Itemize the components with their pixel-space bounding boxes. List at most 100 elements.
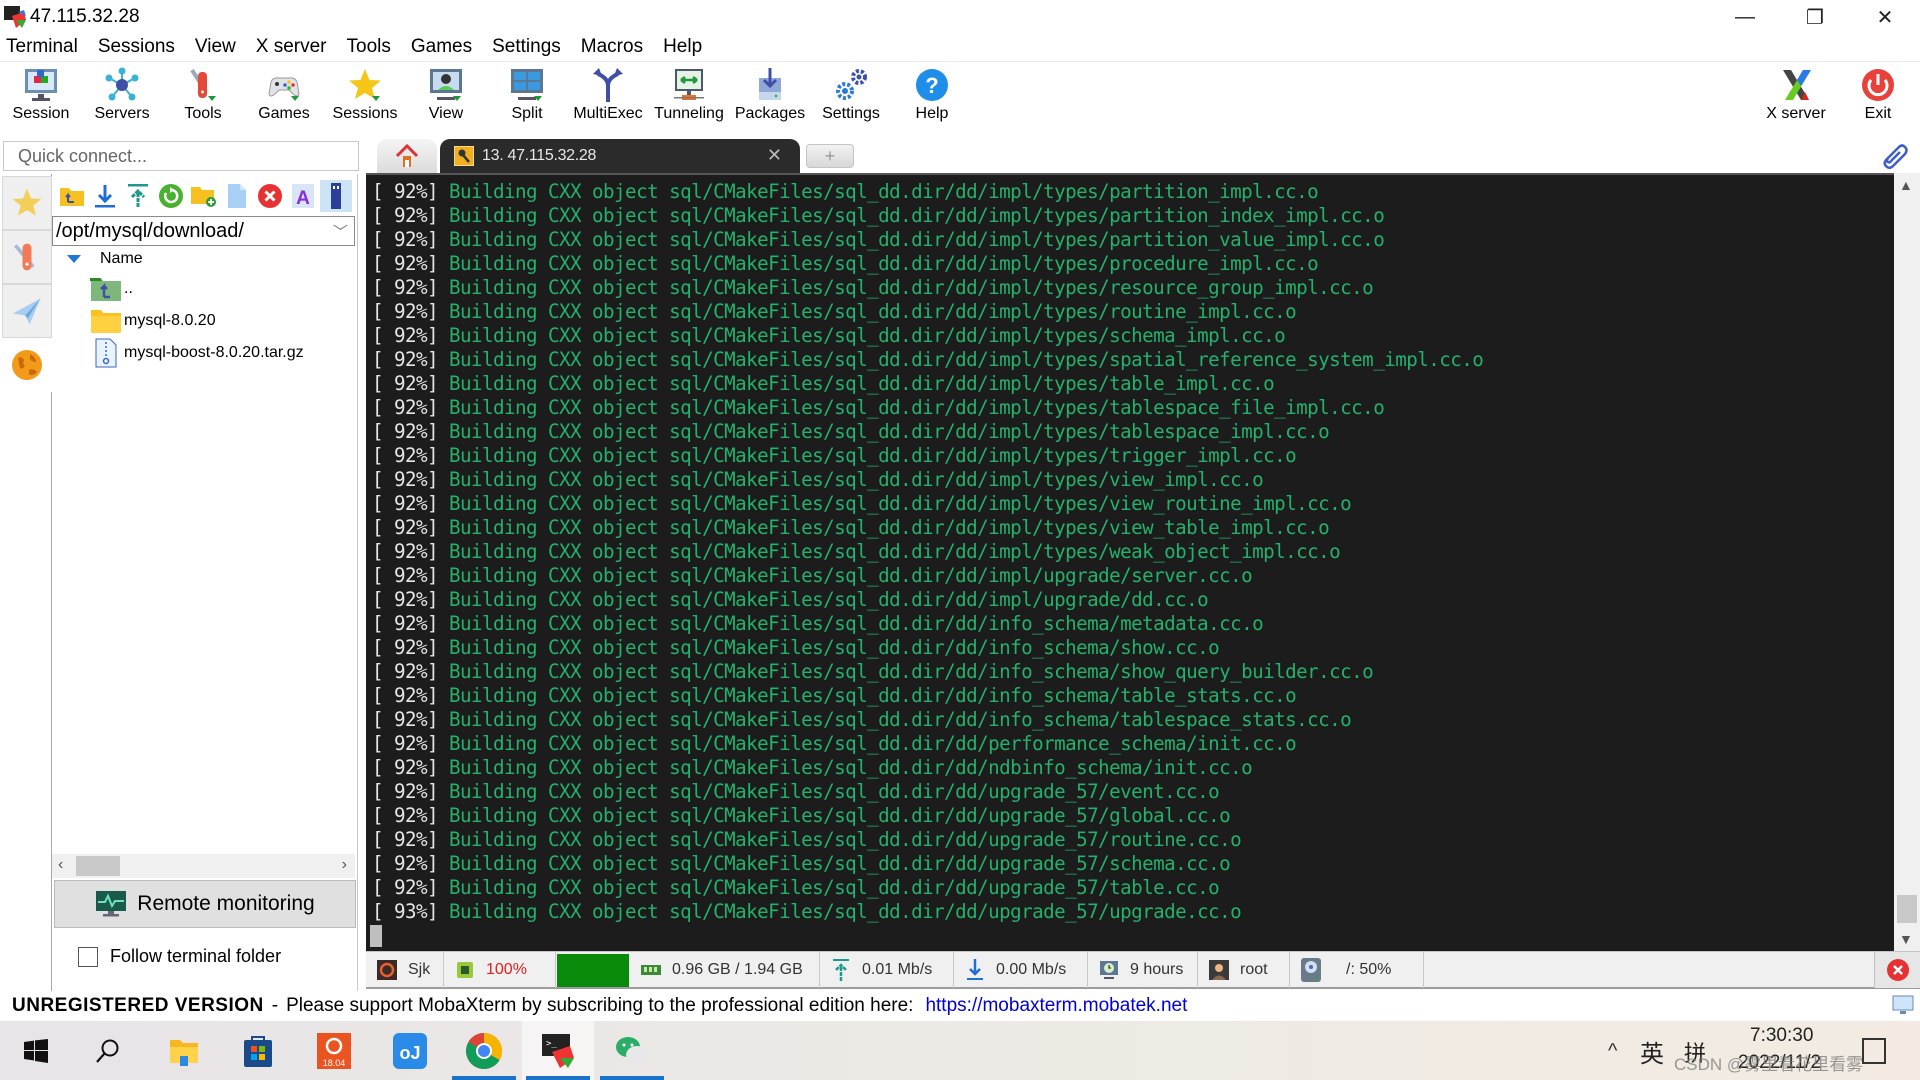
tray-language-indicator[interactable]: 英 bbox=[1640, 1034, 1664, 1069]
toolbar-tunneling-button[interactable]: Tunneling bbox=[649, 66, 729, 130]
build-progress: [ 92%] bbox=[372, 684, 439, 707]
plus-icon: + bbox=[824, 145, 836, 166]
search-button[interactable] bbox=[72, 1021, 144, 1080]
menu-macros[interactable]: Macros bbox=[581, 34, 643, 61]
build-progress: [ 92%] bbox=[372, 708, 439, 731]
sftp-browser-panel: A /opt/mysql/download/ ﹀ Name .. mysql-8… bbox=[52, 174, 358, 994]
toolbar-exit-button[interactable]: Exit bbox=[1838, 66, 1918, 130]
scroll-up-icon[interactable]: ▲ bbox=[1899, 177, 1913, 193]
minimize-button[interactable]: — bbox=[1710, 0, 1780, 34]
toolbar-sessions-button[interactable]: Sessions bbox=[325, 66, 405, 130]
upload-button[interactable] bbox=[122, 180, 154, 212]
terminal-line: [ 92%] Building CXX object sql/CMakeFile… bbox=[372, 852, 1483, 876]
taskbar-file-explorer[interactable] bbox=[148, 1021, 220, 1080]
notification-center-icon[interactable] bbox=[1862, 1038, 1886, 1064]
status-user-value: root bbox=[1240, 961, 1268, 978]
toolbar-servers-button[interactable]: Servers bbox=[82, 66, 162, 130]
menu-xserver[interactable]: X server bbox=[256, 34, 327, 61]
toolbar-help-button[interactable]: ? Help bbox=[892, 66, 972, 130]
taskbar-mobaxterm[interactable]: >_ bbox=[522, 1021, 594, 1080]
sidebar-tab-macros[interactable] bbox=[2, 284, 52, 338]
download-button[interactable] bbox=[89, 180, 121, 212]
maximize-button[interactable]: ❐ bbox=[1780, 0, 1850, 34]
follow-terminal-folder-checkbox[interactable] bbox=[78, 946, 98, 967]
parent-folder-button[interactable] bbox=[56, 180, 88, 212]
scroll-left-icon[interactable]: ‹ bbox=[58, 856, 63, 874]
close-session-button[interactable] bbox=[1874, 952, 1920, 988]
menu-terminal[interactable]: Terminal bbox=[6, 34, 78, 61]
taskbar-mail[interactable]: oJ bbox=[374, 1021, 446, 1080]
sidebar-tab-sftp[interactable] bbox=[2, 338, 52, 392]
view-icon bbox=[430, 69, 462, 101]
main-toolbar: Session Servers Tools Games Sessions Vie… bbox=[0, 62, 1920, 130]
new-folder-button[interactable] bbox=[188, 180, 220, 212]
terminal-line: [ 92%] Building CXX object sql/CMakeFile… bbox=[372, 564, 1483, 588]
taskbar-chrome[interactable] bbox=[448, 1021, 520, 1080]
file-row-archive[interactable]: mysql-boost-8.0.20.tar.gz bbox=[90, 338, 304, 368]
menu-view[interactable]: View bbox=[195, 34, 236, 61]
tab-session-47-115-32-28[interactable]: 13. 47.115.32.28 ✕ bbox=[440, 139, 800, 173]
toolbar-tools-button[interactable]: Tools bbox=[163, 66, 243, 130]
close-window-button[interactable]: ✕ bbox=[1850, 0, 1920, 34]
file-row-parent[interactable]: .. bbox=[90, 274, 133, 304]
new-file-button[interactable] bbox=[221, 180, 253, 212]
file-name: .. bbox=[124, 280, 133, 297]
build-message: Building CXX object sql/CMakeFiles/sql_d… bbox=[449, 828, 1242, 851]
delete-button[interactable] bbox=[254, 180, 286, 212]
toolbar-packages-button[interactable]: Packages bbox=[730, 66, 810, 130]
clock-time[interactable]: 7:30:30 bbox=[1750, 1025, 1813, 1047]
toolbar-xserver-button[interactable]: X server bbox=[1756, 66, 1836, 130]
menu-help[interactable]: Help bbox=[663, 34, 702, 61]
chevron-down-icon[interactable]: ﹀ bbox=[333, 221, 348, 242]
unregistered-banner: UNREGISTERED VERSION - Please support Mo… bbox=[0, 991, 1920, 1021]
tab-close-icon[interactable]: ✕ bbox=[767, 145, 782, 166]
toolbar-multiexec-button[interactable]: MultiExec bbox=[568, 66, 648, 130]
rename-button[interactable]: A bbox=[287, 180, 319, 212]
archive-file-icon bbox=[95, 338, 117, 368]
toolbar-split-button[interactable]: Split bbox=[487, 66, 567, 130]
new-tab-button[interactable]: + bbox=[806, 144, 854, 168]
scroll-down-icon[interactable]: ▼ bbox=[1899, 931, 1913, 947]
toggle-hidden-files-button[interactable] bbox=[320, 180, 352, 212]
sidebar-tab-sessions[interactable] bbox=[2, 176, 52, 230]
mobaxterm-website-link[interactable]: https://mobaxterm.mobatek.net bbox=[925, 995, 1187, 1017]
menu-settings[interactable]: Settings bbox=[492, 34, 561, 61]
quick-connect-input[interactable]: Quick connect... bbox=[3, 141, 359, 171]
follow-terminal-folder-option[interactable]: Follow terminal folder bbox=[78, 946, 281, 967]
scrollbar-thumb[interactable] bbox=[1897, 895, 1917, 923]
toolbar-session-button[interactable]: Session bbox=[1, 66, 81, 130]
terminal-vertical-scrollbar[interactable]: ▲ ▼ bbox=[1894, 173, 1920, 951]
taskbar-wechat[interactable] bbox=[596, 1021, 668, 1080]
horizontal-scrollbar[interactable]: ‹ › bbox=[52, 854, 355, 878]
terminal-output[interactable]: [ 92%] Building CXX object sql/CMakeFile… bbox=[366, 173, 1894, 951]
screen-icon[interactable] bbox=[1892, 995, 1914, 1015]
remote-monitoring-button[interactable]: Remote monitoring bbox=[54, 880, 356, 928]
chrome-active-indicator bbox=[452, 1076, 516, 1080]
menu-tools[interactable]: Tools bbox=[347, 34, 391, 61]
tray-overflow-chevron[interactable]: ^ bbox=[1608, 1040, 1617, 1063]
sftp-path-input[interactable]: /opt/mysql/download/ ﹀ bbox=[52, 216, 355, 246]
new-file-icon bbox=[228, 184, 246, 208]
menu-games[interactable]: Games bbox=[411, 34, 472, 61]
toolbar-games-button[interactable]: Games bbox=[244, 66, 324, 130]
toolbar-view-button[interactable]: View bbox=[406, 66, 486, 130]
file-row-folder[interactable]: mysql-8.0.20 bbox=[90, 306, 216, 336]
download-speed-icon bbox=[967, 959, 983, 980]
terminal-line: [ 92%] Building CXX object sql/CMakeFile… bbox=[372, 204, 1483, 228]
refresh-button[interactable] bbox=[155, 180, 187, 212]
scroll-right-icon[interactable]: › bbox=[342, 856, 347, 874]
sidebar-tab-tools[interactable] bbox=[2, 230, 52, 284]
start-button[interactable] bbox=[0, 1021, 72, 1080]
tab-home[interactable] bbox=[377, 139, 437, 173]
build-message: Building CXX object sql/CMakeFiles/sql_d… bbox=[449, 300, 1297, 323]
toolbar-settings-button[interactable]: Settings bbox=[811, 66, 891, 130]
scrollbar-thumb[interactable] bbox=[76, 856, 120, 876]
cpu-icon bbox=[457, 962, 473, 978]
file-list-header[interactable]: Name bbox=[66, 250, 143, 268]
menu-sessions[interactable]: Sessions bbox=[98, 34, 175, 61]
taskbar-ubuntu[interactable]: 18.04 bbox=[298, 1021, 370, 1080]
taskbar-store[interactable] bbox=[222, 1021, 294, 1080]
servers-icon bbox=[105, 67, 139, 101]
attachment-icon[interactable] bbox=[1878, 140, 1910, 172]
toolbar-help-label: Help bbox=[915, 105, 949, 122]
